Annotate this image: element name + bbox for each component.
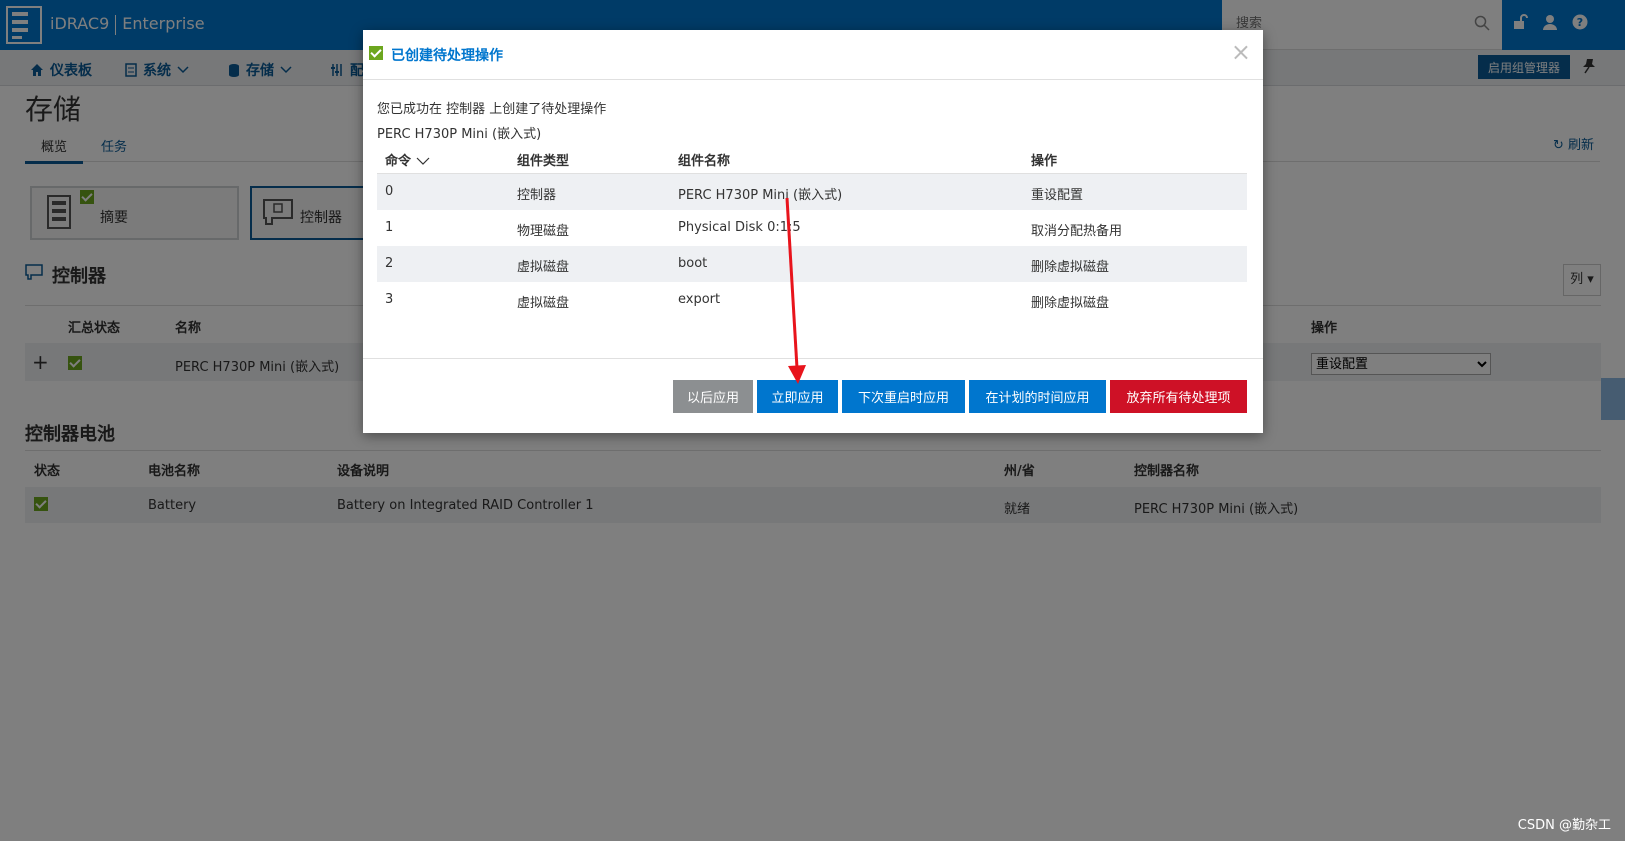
cell-component-name: export	[678, 292, 721, 307]
dialog-controller-name: PERC H730P Mini (嵌入式)	[377, 127, 542, 142]
cell-component-name: PERC H730P Mini (嵌入式)	[678, 188, 843, 203]
col-component-name: 组件名称	[678, 154, 731, 169]
col-operation: 操作	[1031, 154, 1058, 169]
sort-chevron-icon	[416, 157, 429, 165]
table-row: 3 虚拟磁盘 export 删除虚拟磁盘	[377, 282, 1247, 318]
apply-later-button[interactable]: 以后应用	[673, 380, 753, 413]
dialog-footer-divider	[363, 358, 1263, 359]
cell-operation: 删除虚拟磁盘	[1031, 296, 1110, 311]
cell-component-type: 控制器	[517, 188, 557, 203]
apply-next-reboot-button[interactable]: 下次重启时应用	[842, 380, 965, 413]
table-row: 1 物理磁盘 Physical Disk 0:1:5 取消分配热备用	[377, 210, 1247, 246]
cell-command: 0	[385, 184, 394, 199]
close-icon[interactable]: ×	[1231, 38, 1251, 66]
cell-component-type: 虚拟磁盘	[517, 260, 570, 275]
cell-command: 2	[385, 256, 394, 271]
col-command[interactable]: 命令	[385, 150, 430, 169]
apply-now-button[interactable]: 立即应用	[757, 380, 838, 413]
pending-operations-dialog: 已创建待处理操作 × 您已成功在 控制器 上创建了待处理操作 PERC H730…	[363, 30, 1263, 433]
col-command-label: 命令	[385, 154, 412, 169]
table-row: 0 控制器 PERC H730P Mini (嵌入式) 重设配置	[377, 174, 1247, 210]
cell-component-type: 虚拟磁盘	[517, 296, 570, 311]
col-component-type: 组件类型	[517, 154, 570, 169]
dialog-header: 已创建待处理操作 ×	[363, 30, 1263, 80]
discard-all-button[interactable]: 放弃所有待处理项	[1110, 380, 1247, 413]
cell-component-name: boot	[678, 256, 708, 271]
cell-component-type: 物理磁盘	[517, 224, 570, 239]
cell-operation: 重设配置	[1031, 188, 1084, 203]
dialog-title: 已创建待处理操作	[391, 48, 503, 64]
dialog-message: 您已成功在 控制器 上创建了待处理操作	[377, 102, 607, 117]
table-header: 命令 组件类型 组件名称 操作	[377, 144, 1247, 174]
cell-operation: 删除虚拟磁盘	[1031, 260, 1110, 275]
cell-component-name: Physical Disk 0:1:5	[678, 220, 801, 235]
apply-scheduled-button[interactable]: 在计划的时间应用	[969, 380, 1106, 413]
cell-command: 1	[385, 220, 394, 235]
success-check-icon	[369, 46, 383, 60]
watermark: CSDN @勤杂工	[1517, 818, 1611, 833]
table-row: 2 虚拟磁盘 boot 删除虚拟磁盘	[377, 246, 1247, 282]
cell-command: 3	[385, 292, 394, 307]
cell-operation: 取消分配热备用	[1031, 224, 1123, 239]
